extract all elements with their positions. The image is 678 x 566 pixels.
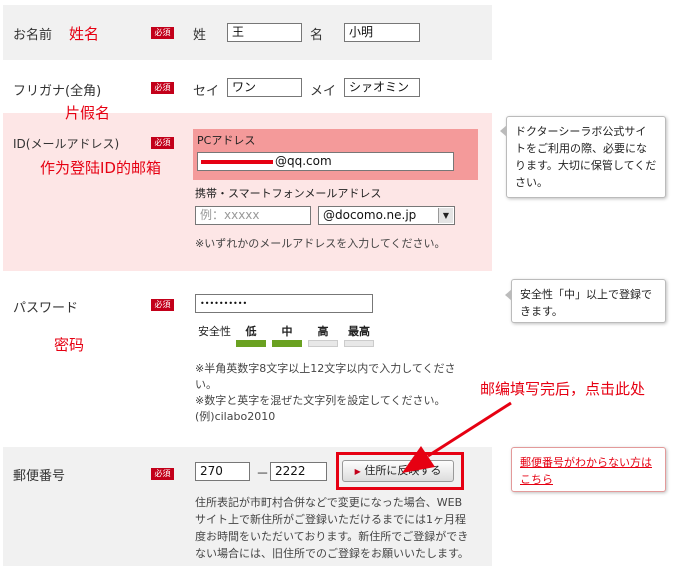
postal-help-link[interactable]: 郵便番号がわからない方はこちら	[511, 447, 666, 492]
